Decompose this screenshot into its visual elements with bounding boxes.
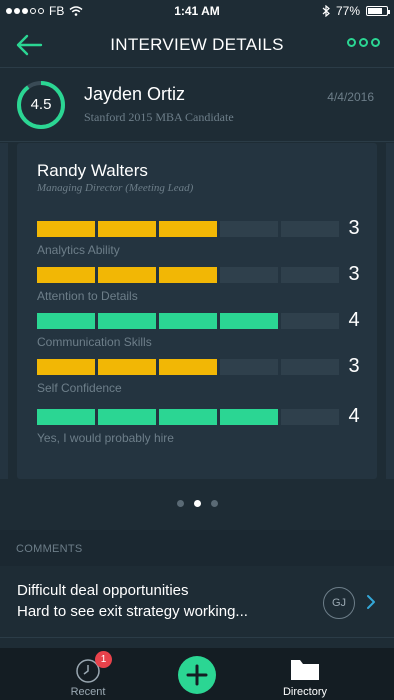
rating-bar — [37, 313, 339, 329]
rating-segment-filled — [98, 313, 156, 329]
rating-value: 3 — [348, 217, 360, 239]
comment-text: Hard to see exit strategy working... — [17, 603, 248, 620]
tab-directory-label: Directory — [282, 686, 327, 698]
comment-divider — [0, 637, 394, 638]
rating-row: 3 Self Confidence — [37, 355, 362, 405]
more-options-icon[interactable] — [347, 38, 380, 47]
rating-segment-empty — [220, 267, 278, 283]
app-header: INTERVIEW DETAILS — [0, 24, 394, 66]
previous-card-peek[interactable] — [0, 143, 8, 479]
rating-segment-empty — [220, 359, 278, 375]
comment-title: Difficult deal opportunities — [17, 582, 189, 599]
interviewer-name: Randy Walters — [37, 161, 148, 180]
rating-segment-filled — [159, 313, 217, 329]
rating-segment-filled — [37, 359, 95, 375]
rating-segment-filled — [98, 221, 156, 237]
comments-label: COMMENTS — [16, 543, 83, 555]
battery-fill — [368, 8, 382, 14]
rating-segment-filled — [159, 267, 217, 283]
add-button[interactable] — [178, 656, 216, 694]
rating-segment-filled — [37, 313, 95, 329]
next-card-peek[interactable] — [386, 143, 394, 479]
status-bar: FB 1:41 AM 77% — [0, 0, 394, 22]
rating-value: 3 — [348, 355, 360, 377]
chevron-right-icon[interactable] — [366, 594, 376, 610]
notification-badge: 1 — [95, 651, 112, 668]
battery-percent: 77% — [335, 4, 360, 18]
candidate-divider — [0, 141, 394, 142]
rating-segment-filled — [159, 359, 217, 375]
rating-bar — [37, 221, 339, 237]
rating-row: 3 Attention to Details — [37, 263, 362, 313]
rating-value: 4 — [348, 405, 360, 427]
rating-segment-empty — [220, 221, 278, 237]
rating-row: 4 Communication Skills — [37, 309, 362, 359]
rating-segment-filled — [159, 409, 217, 425]
header-divider — [0, 67, 394, 68]
candidate-name: Jayden Ortiz — [84, 84, 186, 104]
author-avatar: GJ — [323, 587, 355, 619]
rating-label: Attention to Details — [37, 289, 138, 303]
plus-icon — [186, 664, 208, 686]
rating-label: Communication Skills — [37, 335, 152, 349]
rating-segment-filled — [37, 409, 95, 425]
rating-segment-filled — [98, 409, 156, 425]
rating-segment-empty — [281, 359, 339, 375]
rating-segment-filled — [220, 409, 278, 425]
rating-segment-empty — [281, 221, 339, 237]
rating-bar — [37, 359, 339, 375]
rating-row: 3 Analytics Ability — [37, 217, 362, 267]
candidate-summary: 4.5 Jayden Ortiz Stanford 2015 MBA Candi… — [0, 70, 394, 140]
comments-section-header: COMMENTS — [0, 530, 394, 566]
battery-icon — [366, 6, 390, 16]
page-title: INTERVIEW DETAILS — [110, 35, 284, 54]
comment-item[interactable]: Difficult deal opportunities Hard to see… — [0, 567, 394, 637]
page-dot[interactable] — [176, 500, 184, 507]
rating-value: 3 — [348, 263, 360, 285]
page-indicator[interactable] — [0, 500, 394, 507]
rating-label: Yes, I would probably hire — [37, 431, 174, 445]
rating-bar — [37, 409, 339, 425]
rating-label: Analytics Ability — [37, 243, 120, 257]
evaluation-card[interactable]: Randy Walters Managing Director (Meeting… — [17, 143, 377, 479]
rating-segment-filled — [220, 313, 278, 329]
status-right: 77% — [322, 4, 390, 18]
tab-recent[interactable]: 1 Recent — [38, 648, 138, 700]
tab-directory[interactable]: Directory — [255, 648, 355, 700]
rating-segment-filled — [98, 359, 156, 375]
rating-value: 4 — [348, 309, 360, 331]
rating-segment-empty — [281, 267, 339, 283]
rating-segment-empty — [281, 409, 339, 425]
interviewer-role: Managing Director (Meeting Lead) — [37, 182, 194, 194]
rating-segment-empty — [281, 313, 339, 329]
page-dot[interactable] — [193, 500, 201, 507]
rating-row: 4 Yes, I would probably hire — [37, 405, 362, 455]
rating-label: Self Confidence — [37, 381, 122, 395]
tab-recent-label: Recent — [70, 686, 106, 698]
rating-segment-filled — [159, 221, 217, 237]
rating-segment-filled — [37, 221, 95, 237]
folder-icon — [291, 660, 319, 680]
page-dot[interactable] — [210, 500, 218, 507]
candidate-subtitle: Stanford 2015 MBA Candidate — [84, 110, 234, 124]
rating-bar — [37, 267, 339, 283]
candidate-score: 4.5 — [30, 96, 52, 113]
bluetooth-icon — [322, 5, 330, 17]
rating-segment-filled — [98, 267, 156, 283]
rating-segment-filled — [37, 267, 95, 283]
interview-date: 4/4/2016 — [327, 90, 374, 104]
